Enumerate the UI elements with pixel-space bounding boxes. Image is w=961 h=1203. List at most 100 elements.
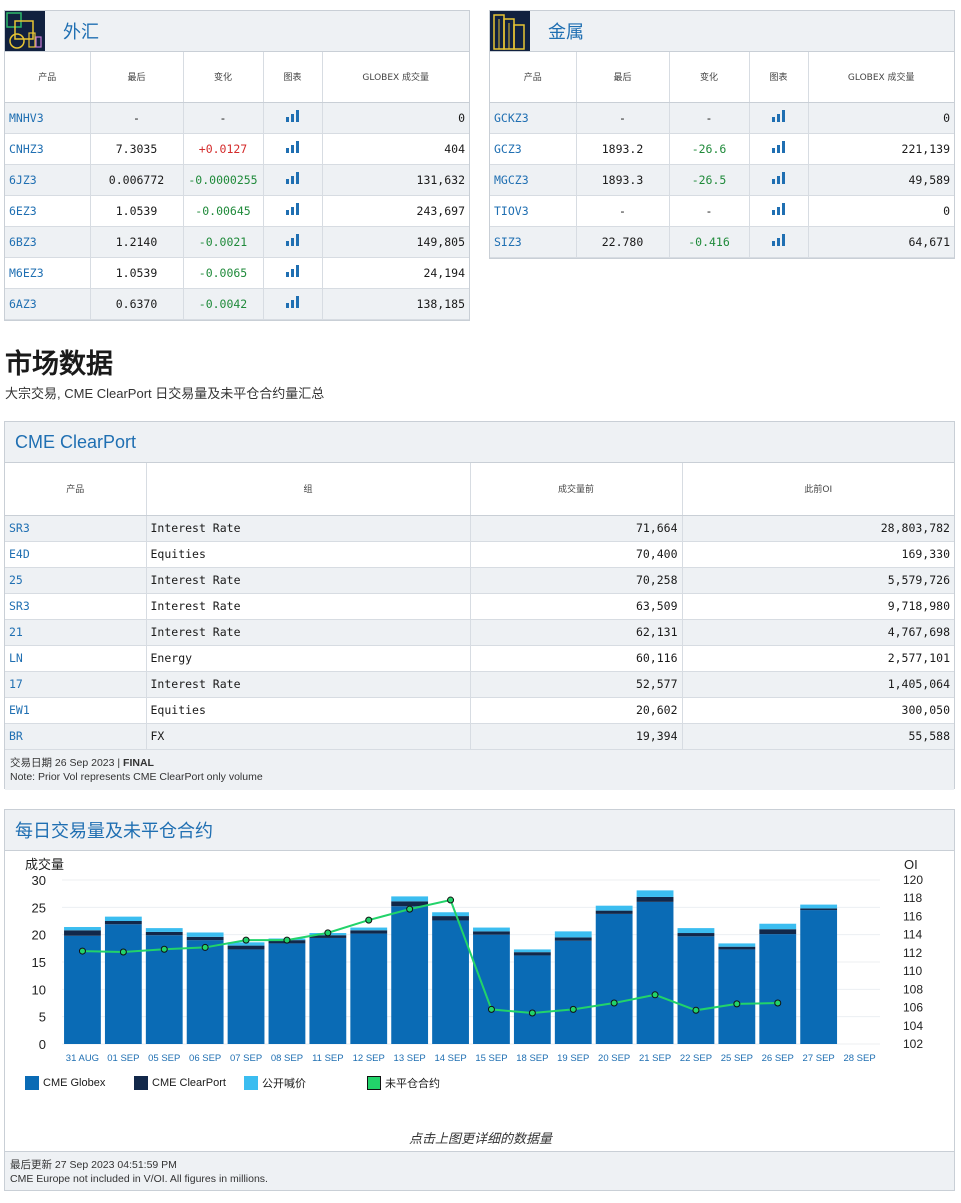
product-code-link[interactable]: GCZ3 bbox=[490, 133, 577, 165]
fx-col-volume: GLOBEX 成交量 bbox=[322, 52, 469, 103]
globex-volume: 0 bbox=[808, 102, 954, 134]
prior-oi: 169,330 bbox=[682, 541, 954, 568]
product-code-link[interactable]: 6JZ3 bbox=[5, 164, 91, 196]
clearport-panel-title: CME ClearPort bbox=[15, 431, 137, 452]
metals-col-product: 产品 bbox=[490, 52, 577, 103]
y2-tick-label: 104 bbox=[903, 1019, 923, 1033]
x-tick-label: 18 SEP bbox=[516, 1053, 548, 1064]
product-code-link[interactable]: SR3 bbox=[5, 593, 147, 620]
x-tick-label: 11 SEP bbox=[312, 1053, 344, 1064]
product-code-link[interactable]: 6BZ3 bbox=[5, 226, 91, 258]
chart-cell[interactable] bbox=[263, 288, 323, 320]
volume-oi-chart[interactable]: 0 5 10 15 20 25 30 102 104 106 108 110 112 114 116 118 1… bbox=[0, 850, 961, 1090]
chart-bars-icon[interactable] bbox=[286, 234, 299, 246]
legend-label-globex[interactable]: CME Globex bbox=[43, 1077, 134, 1089]
x-tick-label: 28 SEP bbox=[843, 1053, 875, 1064]
bar-clearport bbox=[473, 931, 510, 935]
table-row: 6BZ3 1.2140 -0.0021 149,805 bbox=[5, 226, 469, 258]
bar-open-outcry bbox=[677, 928, 715, 934]
product-code-link[interactable]: 17 bbox=[5, 671, 147, 698]
chart-cell[interactable] bbox=[749, 226, 809, 258]
chart-cell[interactable] bbox=[263, 226, 323, 258]
chart-bars-icon[interactable] bbox=[772, 110, 785, 122]
product-code-link[interactable]: TIOV3 bbox=[490, 195, 577, 227]
oi-point bbox=[774, 999, 782, 1007]
chart-cell[interactable] bbox=[749, 133, 809, 165]
price-change: - bbox=[669, 195, 750, 227]
product-code-link[interactable]: MGCZ3 bbox=[490, 164, 577, 196]
chart-cell[interactable] bbox=[263, 257, 323, 289]
table-row: SIZ3 22.780 -0.416 64,671 bbox=[490, 226, 954, 258]
chart-bars-icon[interactable] bbox=[286, 110, 299, 122]
chart-click-note: 点击上图更详细的数据量 bbox=[408, 1131, 552, 1146]
product-code-link[interactable]: 21 bbox=[5, 619, 147, 646]
bar-globex bbox=[800, 910, 838, 1044]
chart-bars-icon[interactable] bbox=[772, 234, 785, 246]
product-code-link[interactable]: 25 bbox=[5, 567, 147, 594]
x-tick-label: 15 SEP bbox=[475, 1053, 507, 1064]
prior-volume: 52,577 bbox=[470, 671, 683, 698]
chart-bars-icon[interactable] bbox=[286, 265, 299, 277]
product-code-link[interactable]: SR3 bbox=[5, 515, 147, 542]
legend-swatch-clearport bbox=[134, 1076, 148, 1090]
product-code-link[interactable]: MNHV3 bbox=[5, 102, 91, 134]
product-group: FX bbox=[146, 723, 471, 750]
chart-bars-icon[interactable] bbox=[772, 172, 785, 184]
chart-cell[interactable] bbox=[749, 164, 809, 196]
product-code-link[interactable]: 6EZ3 bbox=[5, 195, 91, 227]
prior-oi: 9,718,980 bbox=[682, 593, 954, 620]
price-change: -0.0000255 bbox=[183, 164, 264, 196]
globex-volume: 64,671 bbox=[808, 226, 954, 258]
y2-tick-label: 106 bbox=[903, 1001, 923, 1015]
prior-volume: 19,394 bbox=[470, 723, 683, 750]
chart-bars-icon[interactable] bbox=[286, 203, 299, 215]
last-price: 7.3035 bbox=[90, 133, 184, 165]
bar-open-outcry bbox=[64, 927, 101, 931]
chart-bars-icon[interactable] bbox=[772, 141, 785, 153]
y2-tick-label: 110 bbox=[903, 964, 922, 978]
legend-label-oi[interactable]: 未平仓合约 bbox=[385, 1075, 440, 1091]
y2-tick-label: 112 bbox=[903, 946, 922, 960]
product-code-link[interactable]: EW1 bbox=[5, 697, 147, 724]
fx-panel-header: 外汇 bbox=[5, 11, 469, 52]
product-code-link[interactable]: LN bbox=[5, 645, 147, 672]
y2-tick-label: 102 bbox=[903, 1037, 923, 1051]
product-code-link[interactable]: M6EZ3 bbox=[5, 257, 91, 289]
table-row: 6EZ3 1.0539 -0.00645 243,697 bbox=[5, 195, 469, 227]
chart-bars-icon[interactable] bbox=[286, 141, 299, 153]
chart-bars-icon[interactable] bbox=[772, 203, 785, 215]
product-code-link[interactable]: BR bbox=[5, 723, 147, 750]
bar-clearport bbox=[432, 916, 469, 921]
prior-oi: 5,579,726 bbox=[682, 567, 954, 594]
chart-bars-icon[interactable] bbox=[286, 172, 299, 184]
product-code-link[interactable]: E4D bbox=[5, 541, 147, 568]
bar-clearport bbox=[636, 896, 674, 902]
bar-open-outcry bbox=[759, 923, 797, 930]
x-tick-label: 05 SEP bbox=[148, 1053, 180, 1064]
legend-label-open-outcry[interactable]: 公开喊价 bbox=[262, 1075, 367, 1091]
chart-cell[interactable] bbox=[263, 195, 323, 227]
oi-point bbox=[651, 991, 659, 999]
chart-cell[interactable] bbox=[263, 102, 323, 134]
bar-globex bbox=[391, 906, 429, 1044]
y-axis-label: 成交量 bbox=[25, 857, 64, 872]
product-code-link[interactable]: 6AZ3 bbox=[5, 288, 91, 320]
last-price: - bbox=[90, 102, 184, 134]
product-code-link[interactable]: GCKZ3 bbox=[490, 102, 577, 134]
table-row: GCKZ3- -0 bbox=[490, 102, 954, 134]
legend-label-clearport[interactable]: CME ClearPort bbox=[152, 1077, 244, 1089]
chart-cell[interactable] bbox=[749, 102, 809, 134]
product-code-link[interactable]: SIZ3 bbox=[490, 226, 577, 258]
price-change: -0.0065 bbox=[183, 257, 264, 289]
prior-volume: 71,664 bbox=[470, 515, 683, 542]
chart-cell[interactable] bbox=[263, 164, 323, 196]
x-tick-label: 26 SEP bbox=[762, 1053, 794, 1064]
globex-volume: 149,805 bbox=[322, 226, 469, 258]
chart-bars-icon[interactable] bbox=[286, 296, 299, 308]
product-code-link[interactable]: CNHZ3 bbox=[5, 133, 91, 165]
bar-clearport bbox=[350, 930, 388, 934]
prior-oi: 1,405,064 bbox=[682, 671, 954, 698]
clearport-panel: CME ClearPort 产品 组 成交量前 此前OI SR3 Interest… bbox=[4, 421, 955, 790]
chart-cell[interactable] bbox=[749, 195, 809, 227]
chart-cell[interactable] bbox=[263, 133, 323, 165]
